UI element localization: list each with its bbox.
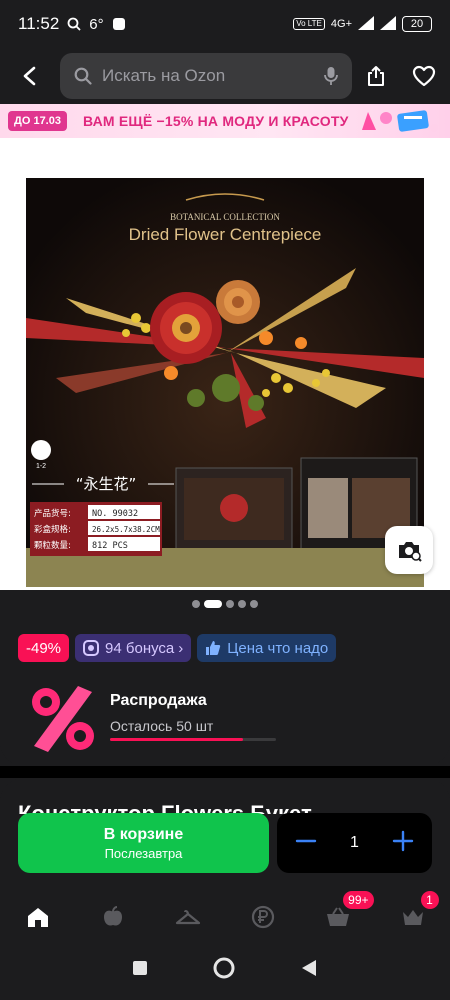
cart-count-badge: 99+ [343, 891, 374, 909]
back-button[interactable] [0, 48, 60, 104]
spec-value-1: NO. 99032 [92, 509, 138, 519]
cart-button-sublabel: Послезавтра [104, 845, 183, 861]
gallery-dot[interactable] [226, 600, 234, 608]
system-navigation-bar [0, 940, 450, 1000]
product-image: BOTANICAL COLLECTION Dried Flower Centre… [26, 178, 424, 587]
product-gallery[interactable]: BOTANICAL COLLECTION Dried Flower Centre… [0, 138, 450, 590]
ruble-icon [251, 905, 274, 929]
sale-progress-fill [110, 738, 243, 741]
quantity-stepper[interactable]: 1 [277, 813, 432, 873]
increase-button[interactable] [392, 830, 414, 857]
bonus-icon [83, 640, 100, 656]
heart-icon [412, 65, 436, 87]
plus-icon [392, 830, 414, 851]
home-icon [27, 908, 48, 927]
home-system-button[interactable] [212, 956, 236, 985]
signal-icon-2 [380, 15, 396, 33]
search-header: Искать на Ozon [0, 48, 450, 104]
gallery-dot[interactable] [250, 600, 258, 608]
back-arrow-icon [23, 66, 36, 86]
tab-home[interactable] [18, 897, 58, 937]
search-icon [74, 67, 92, 85]
price-label-chip[interactable]: Цена что надо [197, 634, 337, 662]
percent-icon [32, 686, 94, 752]
thumbs-up-icon [205, 640, 221, 656]
search-status-icon [67, 17, 81, 31]
spec-label-1: 产品货号: [34, 508, 71, 519]
search-input[interactable]: Искать на Ozon [60, 53, 352, 99]
promo-text: ВАМ ЕЩЁ −15% НА МОДУ И КРАСОТУ [82, 113, 349, 129]
promo-banner[interactable]: ДО 17.03 ВАМ ЕЩЁ −15% НА МОДУ И КРАСОТУ [0, 104, 450, 138]
age-badge: 1-2 [36, 463, 46, 470]
microphone-icon[interactable] [324, 66, 338, 86]
spec-value-3: 812 PCS [92, 541, 128, 551]
basket-icon [326, 907, 349, 926]
gallery-pagination[interactable] [0, 600, 450, 608]
bonus-text: 94 бонуса [105, 639, 175, 657]
sale-title: Распродажа [110, 692, 207, 709]
cart-button-label: В корзине [103, 825, 184, 843]
sale-remaining: Осталось 50 шт [110, 718, 214, 734]
price-label-text: Цена что надо [227, 639, 329, 657]
gallery-dot[interactable] [192, 600, 200, 608]
signal-icon [358, 15, 374, 33]
chinese-title: “永生花” [76, 475, 137, 493]
triangle-back-icon [302, 959, 316, 976]
tab-cart[interactable]: 99+ [318, 891, 374, 937]
product-page: 11:52 6° Vo LTE 4G+ 20 Искать на Ozon ДО… [0, 0, 450, 1000]
spec-label-2: 彩盒规格: [34, 524, 71, 535]
minus-icon [295, 839, 317, 842]
image-search-button[interactable] [385, 526, 433, 574]
camera-search-icon [399, 542, 422, 562]
sale-progress-bar [110, 738, 276, 741]
discount-badge: -49% [18, 634, 70, 662]
profile-badge: 1 [420, 891, 439, 909]
volte-icon: Vo LTE [293, 18, 325, 30]
status-bar: 11:52 6° Vo LTE 4G+ 20 [0, 0, 450, 48]
hanger-icon [175, 909, 200, 925]
back-system-button[interactable] [300, 959, 318, 982]
tab-catalog[interactable] [168, 897, 208, 937]
cart-button[interactable]: В корзине Послезавтра [18, 813, 269, 873]
square-icon [133, 960, 147, 975]
tab-finance[interactable] [243, 897, 283, 937]
status-time: 11:52 [18, 14, 60, 33]
tab-profile[interactable]: 1 [393, 891, 439, 937]
battery-icon: 20 [402, 16, 432, 32]
favorite-button[interactable] [400, 48, 448, 104]
bonus-chip[interactable]: 94 бонуса › [75, 634, 192, 662]
circle-icon [213, 957, 235, 978]
collection-text: BOTANICAL COLLECTION [170, 212, 280, 222]
badge-row: -49% 94 бонуса › Цена что надо [18, 634, 337, 662]
temperature-text: 6° [89, 15, 104, 33]
promo-decoration-image [362, 110, 438, 132]
product-title: Конструктор Flowers Букет [18, 801, 312, 814]
quantity-value: 1 [350, 834, 359, 851]
network-type: 4G+ [330, 18, 352, 30]
search-placeholder: Искать на Ozon [102, 66, 226, 85]
bottom-tab-bar: 99+ 1 [0, 891, 450, 939]
gallery-dot[interactable] [238, 600, 246, 608]
product-info-top: -49% 94 бонуса › Цена что надо Распродаж… [0, 590, 450, 766]
notification-icon [112, 17, 126, 31]
spec-label-3: 颗粒数量: [34, 540, 71, 551]
image-product-name: Dried Flower Centrepiece [129, 225, 322, 244]
section-divider [0, 766, 450, 778]
decrease-button[interactable] [295, 830, 317, 857]
share-button[interactable] [352, 48, 400, 104]
sale-block[interactable]: Распродажа Осталось 50 шт [18, 678, 318, 756]
share-icon [368, 66, 384, 86]
tab-fresh[interactable] [93, 897, 133, 937]
recents-button[interactable] [132, 960, 148, 981]
gallery-dot[interactable] [204, 600, 222, 608]
crown-icon [402, 910, 423, 925]
chevron-right-icon: › [178, 639, 184, 657]
spec-value-2: 26.2x5.7x38.2CM [92, 525, 160, 534]
promo-date-badge: ДО 17.03 [8, 111, 67, 131]
apple-icon [103, 906, 122, 926]
